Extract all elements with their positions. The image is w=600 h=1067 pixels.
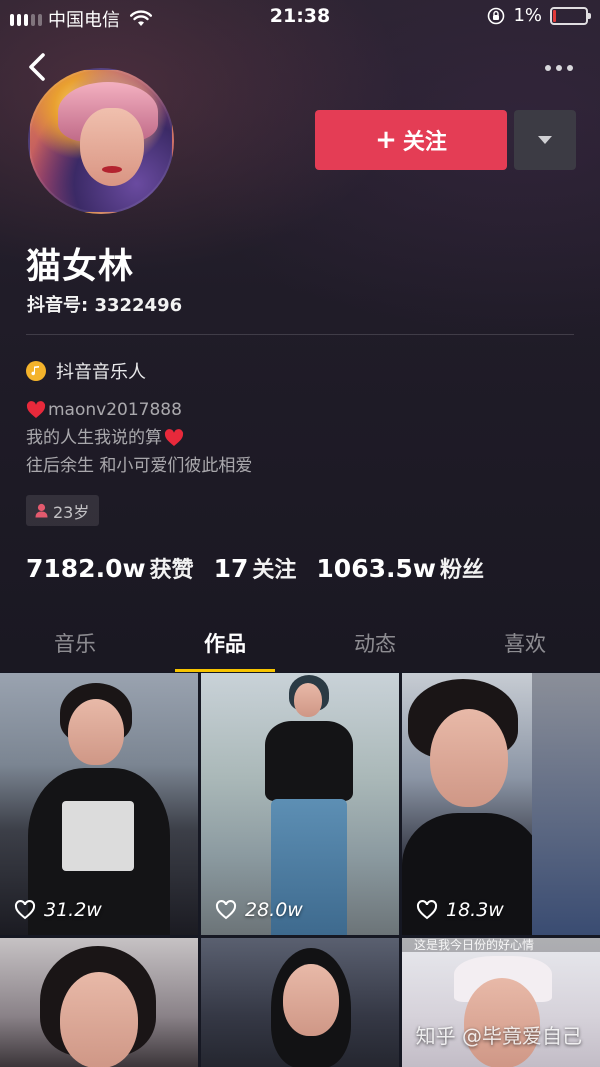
battery-icon (550, 6, 591, 25)
followers-count: 1063.5w (316, 554, 436, 583)
video-caption: 这是我今日份的好心情 (402, 938, 600, 952)
watermark: 知乎 @毕竟爱自己 (415, 1024, 582, 1048)
follow-button[interactable]: + 关注 (315, 110, 507, 170)
avatar[interactable] (28, 68, 174, 214)
video-thumbnail[interactable] (201, 938, 399, 1067)
like-count-row: 28.0w (215, 899, 303, 921)
followers-label: 粉丝 (439, 558, 484, 583)
heart-outline-icon (14, 900, 36, 920)
status-bar: 中国电信 21:38 1% (0, 0, 600, 34)
video-grid: 31.2w 28.0w 18.3w 这是我今日份的好心情 (0, 673, 600, 1067)
video-thumbnail[interactable] (0, 938, 198, 1067)
tab-activity[interactable]: 动态 (300, 612, 450, 672)
video-thumbnail[interactable]: 31.2w (0, 673, 198, 935)
douyin-id: 抖音号: 3322496 (27, 295, 183, 316)
back-arrow-icon[interactable] (24, 50, 52, 84)
content-tabs: 音乐 作品 动态 喜欢 (0, 612, 600, 672)
video-thumbnail[interactable]: 28.0w (201, 673, 399, 935)
age-label: 23岁 (53, 502, 90, 522)
likes-stat: 7182.0w 获赞 (26, 552, 194, 584)
female-gender-icon (35, 503, 48, 518)
divider (26, 334, 574, 335)
age-badge: 23岁 (26, 495, 100, 526)
music-note-icon (26, 361, 46, 381)
nickname: 猫女林 (26, 247, 135, 287)
triangle-down-icon (538, 136, 552, 144)
bio-line-2: 我的人生我说的算 (26, 424, 252, 452)
recommend-dropdown-button[interactable] (514, 110, 576, 170)
bio-line-3: 往后余生 和小可爱们彼此相爱 (26, 456, 253, 476)
battery-percent: 1% (513, 5, 542, 26)
like-count: 18.3w (446, 899, 504, 921)
bio-line-1: maonv2017888 (26, 396, 252, 424)
stats-row: 7182.0w 获赞 17 关注 1063.5w 粉丝 (26, 552, 484, 584)
plus-icon: + (375, 125, 397, 155)
like-count-row: 18.3w (416, 899, 504, 921)
likes-label: 获赞 (149, 558, 194, 583)
like-count: 28.0w (245, 899, 303, 921)
bio: maonv2017888 我的人生我说的算 往后余生 和小可爱们彼此相爱 (26, 396, 252, 480)
verification-label: 抖音音乐人 (56, 362, 146, 383)
following-label: 关注 (252, 558, 297, 583)
following-stat[interactable]: 17 关注 (214, 552, 297, 584)
rotation-lock-icon (488, 7, 505, 24)
likes-count: 7182.0w (26, 554, 146, 583)
more-options-icon[interactable] (542, 58, 576, 78)
like-count: 31.2w (44, 899, 102, 921)
followers-stat[interactable]: 1063.5w 粉丝 (316, 552, 484, 584)
verification-row: 抖音音乐人 (26, 358, 146, 384)
heart-outline-icon (215, 900, 237, 920)
video-thumbnail[interactable]: 18.3w (402, 673, 600, 935)
status-right: 1% (487, 5, 591, 26)
heart-icon (164, 429, 184, 446)
like-count-row: 31.2w (14, 899, 102, 921)
heart-outline-icon (416, 900, 438, 920)
follow-button-label: 关注 (402, 130, 447, 155)
heart-icon (26, 401, 46, 418)
tab-music[interactable]: 音乐 (0, 612, 150, 672)
following-count: 17 (213, 554, 249, 583)
tab-likes[interactable]: 喜欢 (450, 612, 600, 672)
tab-works[interactable]: 作品 (150, 612, 300, 672)
